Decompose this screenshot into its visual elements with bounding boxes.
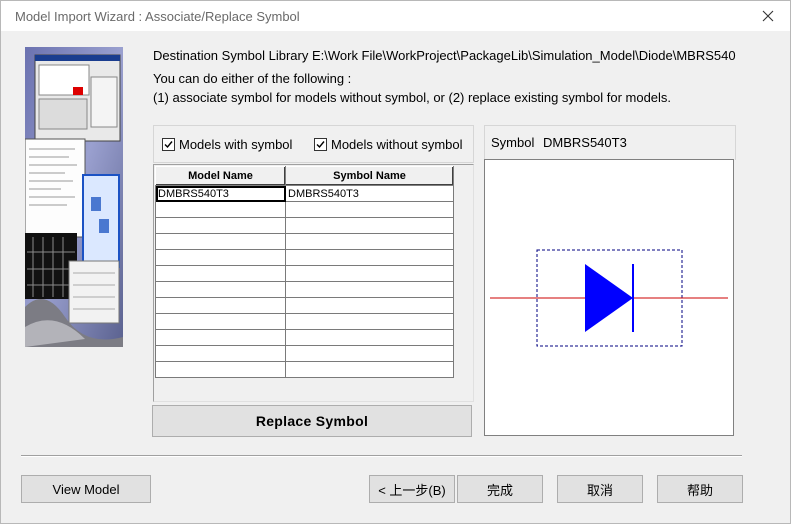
close-button[interactable]	[746, 1, 790, 31]
table-row[interactable]	[155, 265, 454, 282]
destination-library-text: Destination Symbol Library E:\Work File\…	[153, 48, 736, 63]
table-row[interactable]	[155, 281, 454, 298]
model-name-cell[interactable]	[155, 265, 286, 282]
models-without-symbol-checkbox[interactable]: Models without symbol	[314, 136, 463, 152]
table-row[interactable]	[155, 313, 454, 330]
instruction-line-2: (1) associate symbol for models without …	[153, 90, 672, 105]
table-row[interactable]	[155, 329, 454, 346]
dialog-window: Model Import Wizard : Associate/Replace …	[0, 0, 791, 524]
model-name-cell[interactable]	[155, 361, 286, 378]
checkbox-box[interactable]	[314, 137, 327, 151]
column-header-symbol-name[interactable]: Symbol Name	[285, 166, 454, 186]
symbol-label: Symbol	[491, 135, 535, 150]
model-name-cell[interactable]	[155, 233, 286, 250]
symbol-preview-header: Symbol DMBRS540T3	[484, 125, 736, 160]
symbol-preview-canvas	[484, 159, 734, 436]
table-row[interactable]	[155, 201, 454, 218]
diode-triangle	[585, 264, 633, 332]
symbol-name-cell[interactable]	[285, 233, 454, 250]
symbol-name-cell[interactable]	[285, 313, 454, 330]
checkbox-label: Models with symbol	[179, 136, 293, 152]
symbol-name-cell[interactable]	[285, 217, 454, 234]
checkbox-label: Models without symbol	[331, 136, 463, 152]
column-header-model-name[interactable]: Model Name	[155, 166, 286, 186]
back-button[interactable]: < 上一步(B)	[369, 475, 455, 503]
model-name-cell[interactable]	[155, 329, 286, 346]
symbol-name-cell[interactable]	[285, 297, 454, 314]
model-name-cell[interactable]	[155, 345, 286, 362]
symbol-name-cell[interactable]	[285, 345, 454, 362]
table-row[interactable]	[155, 217, 454, 234]
model-name-cell[interactable]: DMBRS540T3	[155, 185, 286, 202]
symbol-name: DMBRS540T3	[543, 135, 627, 150]
symbol-name-cell[interactable]	[285, 329, 454, 346]
footer-separator	[21, 455, 742, 457]
model-name-cell[interactable]	[155, 281, 286, 298]
table-row[interactable]	[155, 345, 454, 362]
help-button[interactable]: 帮助	[657, 475, 743, 503]
model-name-cell[interactable]	[155, 249, 286, 266]
wizard-banner-image	[25, 47, 123, 347]
model-name-cell[interactable]	[155, 313, 286, 330]
instruction-line-1: You can do either of the following :	[153, 71, 352, 86]
symbol-name-cell[interactable]	[285, 249, 454, 266]
model-name-cell[interactable]	[155, 201, 286, 218]
checkmark-icon	[164, 140, 173, 148]
model-name-cell[interactable]	[155, 297, 286, 314]
table-row[interactable]	[155, 361, 454, 378]
models-with-symbol-checkbox[interactable]: Models with symbol	[162, 136, 292, 152]
model-symbol-grid[interactable]: Model Name Symbol Name DMBRS540T3 DMBRS54…	[153, 164, 474, 402]
table-row[interactable]	[155, 249, 454, 266]
table-row[interactable]	[155, 297, 454, 314]
symbol-name-cell[interactable]	[285, 201, 454, 218]
close-icon	[762, 10, 774, 22]
symbol-name-cell[interactable]	[285, 281, 454, 298]
model-name-cell[interactable]	[155, 217, 286, 234]
diode-symbol	[490, 249, 728, 347]
cancel-button[interactable]: 取消	[557, 475, 643, 503]
finish-button[interactable]: 完成	[457, 475, 543, 503]
view-model-button[interactable]: View Model	[21, 475, 151, 503]
symbol-name-cell[interactable]: DMBRS540T3	[285, 185, 454, 202]
checkmark-icon	[316, 140, 325, 148]
table-row[interactable]	[155, 233, 454, 250]
title-bar: Model Import Wizard : Associate/Replace …	[1, 1, 790, 31]
table-row[interactable]: DMBRS540T3 DMBRS540T3	[155, 185, 454, 202]
symbol-name-cell[interactable]	[285, 265, 454, 282]
filter-panel: Models with symbol Models without symbol	[153, 125, 474, 163]
symbol-name-cell[interactable]	[285, 361, 454, 378]
model-table[interactable]: Model Name Symbol Name DMBRS540T3 DMBRS54…	[155, 166, 454, 378]
replace-symbol-button[interactable]: Replace Symbol	[152, 405, 472, 437]
window-title: Model Import Wizard : Associate/Replace …	[15, 9, 300, 24]
checkbox-box[interactable]	[162, 137, 175, 151]
